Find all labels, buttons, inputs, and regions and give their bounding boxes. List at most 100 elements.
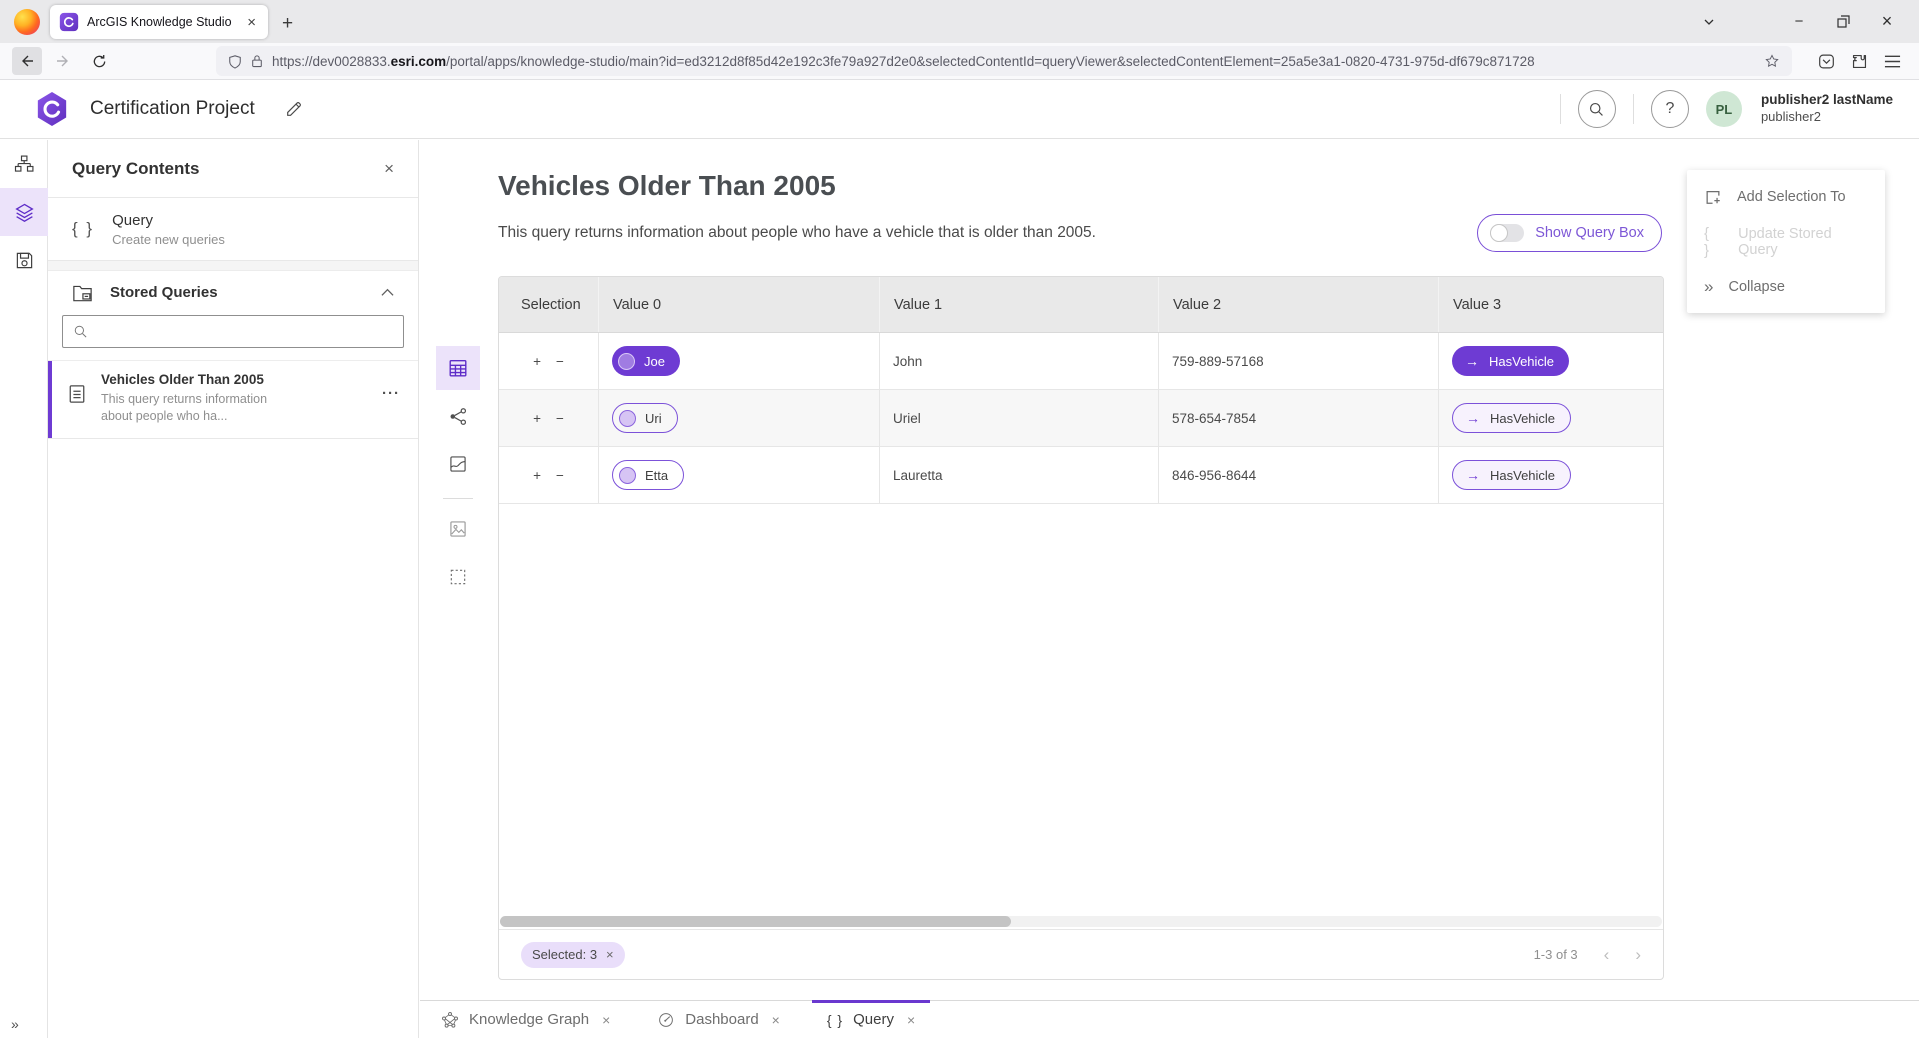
header-divider xyxy=(1560,94,1561,124)
cell-value[interactable]: John xyxy=(880,333,1159,389)
rail-item-data-model[interactable] xyxy=(0,140,48,188)
table-header-row: Selection Value 0 Value 1 Value 2 Value … xyxy=(499,277,1663,333)
view-toolbar xyxy=(436,346,480,603)
menu-item-add-selection-to[interactable]: Add Selection To xyxy=(1687,174,1885,219)
remove-selection-icon[interactable]: − xyxy=(556,468,564,483)
panel-close-icon[interactable]: × xyxy=(384,159,394,179)
tab-knowledge-graph[interactable]: Knowledge Graph × xyxy=(426,1001,625,1038)
cell-value[interactable]: Lauretta xyxy=(880,447,1159,503)
tab-list-chevron-icon[interactable] xyxy=(1687,15,1731,29)
entity-pill[interactable]: Joe xyxy=(612,346,680,376)
tab-query[interactable]: { } Query × xyxy=(812,1001,930,1038)
more-options-icon[interactable]: ··· xyxy=(382,385,400,402)
header-divider xyxy=(1633,94,1634,124)
menu-hamburger-icon[interactable] xyxy=(1884,54,1901,69)
navbar-right-icons xyxy=(1808,53,1907,70)
tab-close-icon[interactable]: × xyxy=(772,1012,780,1028)
question-icon: ? xyxy=(1666,100,1675,118)
menu-item-collapse[interactable]: » Collapse xyxy=(1687,264,1885,309)
select-view-button[interactable] xyxy=(436,555,480,599)
app-header: Certification Project ? PL publisher2 la… xyxy=(0,80,1919,139)
pocket-icon[interactable] xyxy=(1818,53,1835,70)
arrow-right-icon: → xyxy=(1466,410,1480,426)
toolbar-divider xyxy=(443,498,473,499)
entity-pill[interactable]: Etta xyxy=(612,460,684,490)
help-button[interactable]: ? xyxy=(1651,90,1689,128)
relationship-pill[interactable]: →HasVehicle xyxy=(1452,403,1571,433)
forward-button[interactable] xyxy=(48,47,78,75)
url-text: https://dev0028833.esri.com/portal/apps/… xyxy=(272,54,1747,69)
menu-item-update-stored-query[interactable]: { } Update Stored Query xyxy=(1687,219,1885,264)
panel-expand-icon[interactable]: » xyxy=(0,1016,48,1032)
browser-tab[interactable]: ArcGIS Knowledge Studio × xyxy=(50,5,268,39)
stored-query-item[interactable]: Vehicles Older Than 2005 This query retu… xyxy=(48,360,418,439)
left-rail: » xyxy=(0,140,48,1038)
tab-close-icon[interactable]: × xyxy=(602,1012,610,1028)
image-view-button[interactable] xyxy=(436,507,480,551)
add-selection-icon[interactable]: + xyxy=(533,468,541,483)
url-bar[interactable]: https://dev0028833.esri.com/portal/apps/… xyxy=(216,46,1792,76)
search-button[interactable] xyxy=(1578,90,1616,128)
stored-queries-header[interactable]: Stored Queries xyxy=(48,271,418,313)
clear-selection-icon[interactable]: × xyxy=(606,947,614,962)
rail-item-contents[interactable] xyxy=(0,188,48,236)
lock-icon[interactable] xyxy=(251,54,263,68)
page-title: Vehicles Older Than 2005 xyxy=(498,170,836,202)
column-header[interactable]: Value 2 xyxy=(1159,277,1439,332)
user-block[interactable]: publisher2 lastName publisher2 xyxy=(1761,92,1893,125)
window-close-button[interactable]: × xyxy=(1865,11,1909,32)
table-row[interactable]: + − Etta Lauretta 846-956-8644 →HasVehic… xyxy=(499,447,1663,504)
window-minimize-button[interactable]: − xyxy=(1777,13,1821,30)
add-selection-icon[interactable]: + xyxy=(533,354,541,369)
tab-close-icon[interactable]: × xyxy=(907,1012,915,1028)
horizontal-scrollbar[interactable] xyxy=(500,916,1662,927)
show-query-box-toggle[interactable]: Show Query Box xyxy=(1477,214,1662,252)
new-tab-button[interactable]: + xyxy=(282,13,293,35)
remove-selection-icon[interactable]: − xyxy=(556,354,564,369)
selected-count-chip[interactable]: Selected: 3 × xyxy=(521,942,625,968)
table-row[interactable]: + − Uri Uriel 578-654-7854 →HasVehicle xyxy=(499,390,1663,447)
cell-value[interactable]: Uriel xyxy=(880,390,1159,446)
toggle-switch[interactable] xyxy=(1490,224,1524,242)
tab-close-icon[interactable]: × xyxy=(244,14,259,31)
query-item[interactable]: { } Query Create new queries xyxy=(48,198,418,261)
previous-page-icon[interactable]: ‹ xyxy=(1604,945,1610,965)
cell-value[interactable]: 578-654-7854 xyxy=(1159,390,1439,446)
bookmark-star-icon[interactable] xyxy=(1764,53,1780,69)
table-view-button[interactable] xyxy=(436,346,480,390)
map-view-button[interactable] xyxy=(436,442,480,486)
link-chart-view-button[interactable] xyxy=(436,394,480,438)
braces-icon: { } xyxy=(1704,225,1723,259)
column-header[interactable]: Value 0 xyxy=(599,277,880,332)
stored-query-description: This query returns information about peo… xyxy=(101,391,301,425)
scrollbar-thumb[interactable] xyxy=(500,916,1011,927)
column-header[interactable]: Selection xyxy=(499,277,599,332)
double-chevron-right-icon: » xyxy=(1704,277,1713,297)
collapse-section-chevron-icon[interactable] xyxy=(381,288,394,297)
tab-dashboard[interactable]: Dashboard × xyxy=(642,1001,795,1038)
add-selection-icon[interactable]: + xyxy=(533,411,541,426)
relationship-pill[interactable]: →HasVehicle xyxy=(1452,346,1569,376)
next-page-icon[interactable]: › xyxy=(1635,945,1641,965)
entity-pill[interactable]: Uri xyxy=(612,403,678,433)
edit-project-icon[interactable] xyxy=(285,100,303,118)
search-input[interactable] xyxy=(96,324,393,339)
query-item-title: Query xyxy=(112,212,225,229)
extensions-icon[interactable] xyxy=(1851,53,1868,70)
reload-button[interactable] xyxy=(84,47,114,75)
tracking-shield-icon[interactable] xyxy=(228,54,242,69)
table-row[interactable]: + − Joe John 759-889-57168 →HasVehicle xyxy=(499,333,1663,390)
remove-selection-icon[interactable]: − xyxy=(556,411,564,426)
rail-item-save[interactable] xyxy=(0,236,48,284)
avatar[interactable]: PL xyxy=(1706,91,1742,127)
firefox-icon[interactable] xyxy=(14,9,40,35)
user-name: publisher2 lastName xyxy=(1761,92,1893,109)
cell-value[interactable]: 846-956-8644 xyxy=(1159,447,1439,503)
relationship-pill[interactable]: →HasVehicle xyxy=(1452,460,1571,490)
stored-queries-search[interactable] xyxy=(62,315,404,348)
window-restore-button[interactable] xyxy=(1821,15,1865,28)
column-header[interactable]: Value 3 xyxy=(1439,277,1663,332)
cell-value[interactable]: 759-889-57168 xyxy=(1159,333,1439,389)
column-header[interactable]: Value 1 xyxy=(880,277,1159,332)
back-button[interactable] xyxy=(12,47,42,75)
